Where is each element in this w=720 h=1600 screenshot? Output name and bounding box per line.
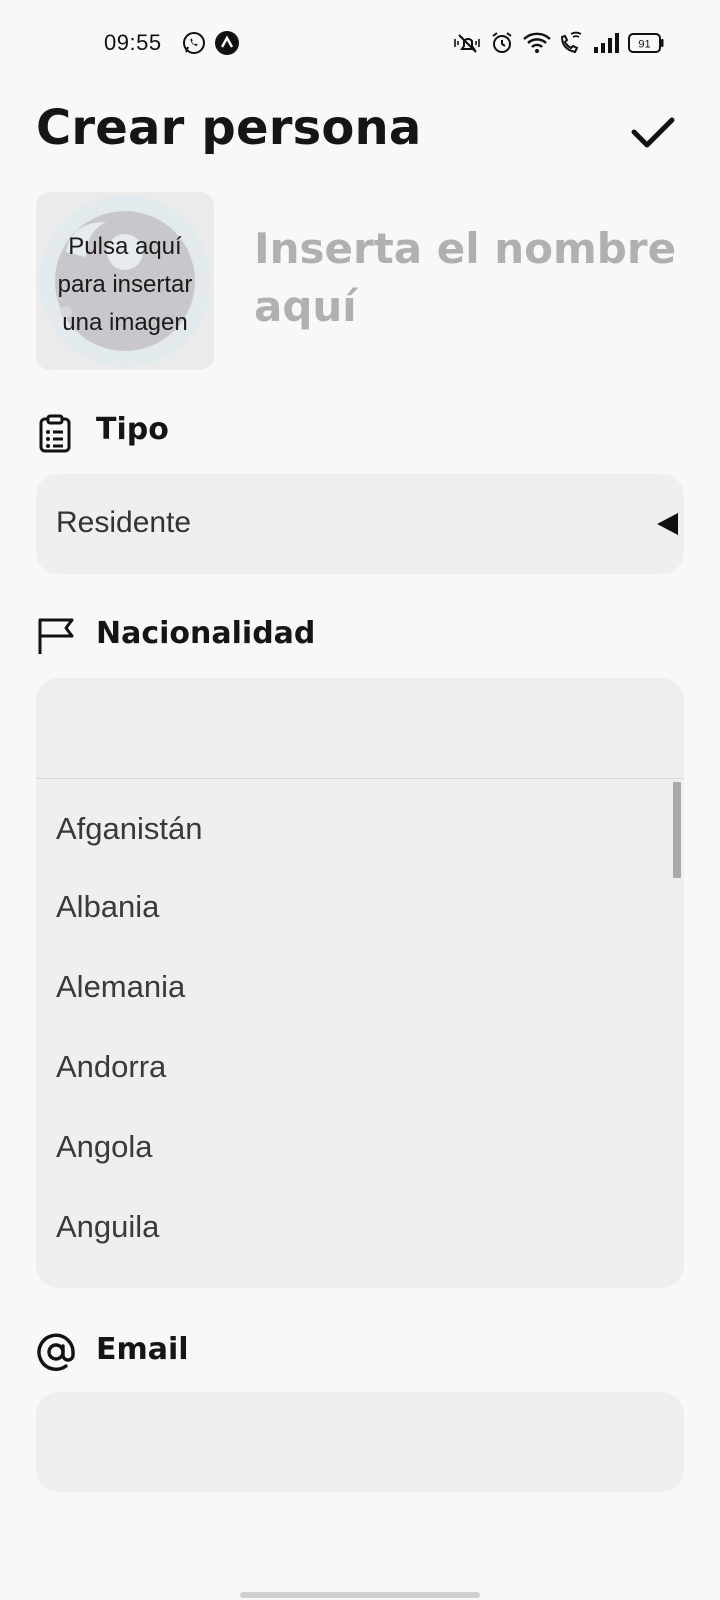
image-picker-label: Pulsa aquí para insertar una imagen xyxy=(36,228,214,342)
app-icon xyxy=(215,31,239,59)
image-picker[interactable]: Pulsa aquí para insertar una imagen xyxy=(36,192,214,370)
nacionalidad-input[interactable] xyxy=(36,678,684,779)
page-title: Crear persona xyxy=(36,100,422,156)
tipo-selected-value: Residente xyxy=(56,506,192,539)
nacionalidad-option[interactable]: Andorra xyxy=(36,1019,684,1099)
name-input[interactable]: Inserta el nombre aquí xyxy=(254,220,684,336)
status-time: 09:55 xyxy=(104,30,162,55)
at-icon xyxy=(36,1332,76,1376)
battery-level: 91 xyxy=(638,39,650,51)
tipo-dropdown[interactable]: Residente xyxy=(36,474,684,574)
status-bar: 09:55 91 xyxy=(0,0,720,90)
nacionalidad-option[interactable]: Alemania xyxy=(36,939,684,1019)
nacionalidad-option[interactable]: Afganistán xyxy=(36,779,684,859)
tipo-label: Tipo xyxy=(96,412,169,447)
whatsapp-icon xyxy=(182,31,206,59)
email-label: Email xyxy=(96,1332,189,1367)
nacionalidad-label: Nacionalidad xyxy=(96,616,316,651)
battery-icon: 91 xyxy=(628,33,664,57)
image-picker-line2: para insertar xyxy=(57,271,193,298)
email-field[interactable] xyxy=(36,1392,684,1492)
scrollbar-thumb[interactable] xyxy=(673,782,681,878)
nacionalidad-option[interactable]: Anguila xyxy=(36,1179,684,1259)
flag-icon xyxy=(36,616,76,660)
wifi-icon xyxy=(522,31,552,59)
alarm-icon xyxy=(490,31,514,59)
mute-vibrate-icon xyxy=(452,31,482,59)
signal-icon xyxy=(592,31,620,59)
nacionalidad-option[interactable]: Angola xyxy=(36,1099,684,1179)
clipboard-list-icon xyxy=(36,414,74,458)
image-picker-line1: Pulsa aquí xyxy=(68,233,182,260)
home-indicator[interactable] xyxy=(240,1592,480,1598)
nacionalidad-options-list: Afganistán Albania Alemania Andorra Ango… xyxy=(36,779,684,1259)
triangle-left-icon xyxy=(656,512,680,540)
wifi-calling-icon xyxy=(558,31,584,59)
save-button[interactable] xyxy=(626,108,680,158)
nacionalidad-option[interactable]: Albania xyxy=(36,859,684,939)
nacionalidad-combobox: Afganistán Albania Alemania Andorra Ango… xyxy=(36,678,684,1288)
check-icon xyxy=(631,117,675,148)
image-picker-line3: una imagen xyxy=(62,309,188,336)
